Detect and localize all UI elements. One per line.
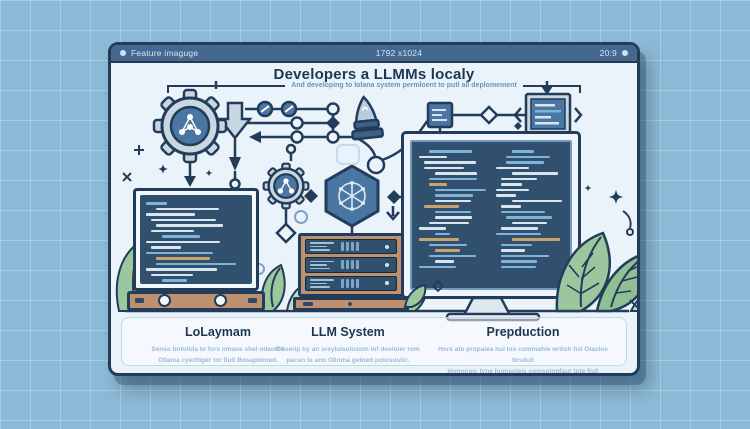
base-slot bbox=[248, 298, 257, 303]
server-unit bbox=[305, 257, 397, 272]
column-title: LLM System bbox=[268, 325, 428, 339]
server-unit bbox=[305, 276, 397, 291]
window-dot-icon bbox=[120, 50, 126, 56]
monitor-code-screen bbox=[410, 140, 572, 290]
tablet-device bbox=[133, 188, 259, 291]
share-nodes-icon bbox=[278, 179, 293, 193]
code-block-icon bbox=[428, 103, 452, 127]
network-graph-icon bbox=[180, 115, 201, 135]
window-titlebar: Feature imaguge 1792 x1024 20:9 bbox=[111, 45, 637, 63]
arrow-down-icon bbox=[184, 176, 196, 187]
knob-icon bbox=[158, 294, 171, 307]
illustration-stage: Developers a LLMMs localy And developing… bbox=[111, 45, 637, 373]
arrow-down-icon bbox=[387, 206, 399, 219]
page-subtitle: And developing to lolana system permloen… bbox=[291, 82, 517, 89]
server-rack-base bbox=[293, 297, 409, 311]
caption-column-prepduction: Prepduction Hors ato propalea hui lno co… bbox=[429, 325, 617, 373]
subtitle-line-left bbox=[167, 85, 285, 87]
stamp-icon bbox=[349, 96, 383, 140]
hexagon-network-icon bbox=[326, 166, 378, 226]
feature-image-window: Feature imaguge 1792 x1024 20:9 Develope… bbox=[108, 42, 640, 376]
window-dot-icon bbox=[622, 50, 628, 56]
status-led bbox=[385, 263, 389, 267]
image-dimensions-label: 1792 x1024 bbox=[376, 48, 422, 58]
desktop-monitor bbox=[401, 131, 581, 299]
tablet-code-screen bbox=[140, 195, 252, 284]
base-slot bbox=[303, 302, 313, 306]
knob-icon bbox=[214, 294, 227, 307]
base-slot bbox=[135, 298, 144, 303]
gear-icon bbox=[154, 90, 226, 162]
monitor-stand bbox=[464, 298, 510, 315]
gear-icon bbox=[264, 164, 309, 209]
server-rack bbox=[298, 233, 404, 297]
base-dot bbox=[348, 302, 352, 306]
subtitle-line-right bbox=[523, 85, 581, 87]
tablet-base bbox=[127, 291, 265, 311]
code-column-right bbox=[496, 147, 564, 283]
big-arrow-down-icon bbox=[220, 103, 250, 138]
status-led bbox=[385, 281, 389, 285]
server-unit bbox=[305, 239, 397, 254]
arrow-down-icon bbox=[229, 157, 241, 171]
column-caption: Doserip by an sreylolsolosion inf deoloi… bbox=[268, 344, 428, 366]
column-title: Prepduction bbox=[429, 325, 617, 339]
aspect-ratio-label: 20:9 bbox=[600, 48, 617, 58]
caption-column-llm-system: LLM System Doserip by an sreylolsolosion… bbox=[268, 325, 428, 366]
column-caption: Hors ato propalea hui lno commahie wrtis… bbox=[429, 344, 617, 373]
subtitle-row: And developing to lolana system permloen… bbox=[111, 82, 637, 89]
page-title: Developers a LLMMs localy bbox=[111, 66, 637, 83]
code-block-icon bbox=[515, 94, 581, 134]
code-column-left bbox=[419, 147, 487, 283]
status-led bbox=[385, 245, 389, 249]
window-title: Feature imaguge bbox=[131, 48, 198, 58]
arrow-left-icon bbox=[249, 131, 261, 143]
